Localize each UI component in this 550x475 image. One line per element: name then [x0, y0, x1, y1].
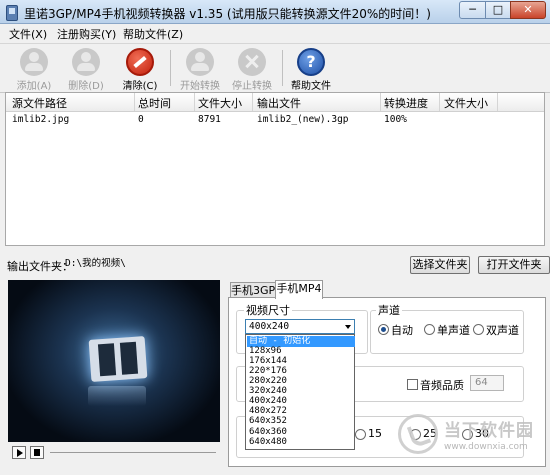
tab-3gp[interactable]: 手机3GP — [230, 282, 276, 298]
column-divider[interactable] — [134, 93, 135, 111]
col-output-file[interactable]: 输出文件 — [257, 95, 301, 111]
video-preview — [8, 280, 220, 442]
choose-folder-button[interactable]: 选择文件夹 — [410, 256, 470, 274]
stop-button[interactable] — [30, 446, 44, 459]
video-size-select[interactable]: 400x240 — [245, 319, 355, 334]
audio-quality-label: 音频品质 — [420, 379, 464, 392]
format-tabs: 手机3GP 手机MP4 — [228, 280, 546, 299]
start-convert-label: 开始转换 — [180, 81, 220, 92]
dropdown-option[interactable]: 220*176 — [247, 367, 355, 376]
start-convert-icon — [186, 48, 214, 76]
dropdown-option[interactable]: 280x220 — [247, 377, 355, 386]
help-button[interactable]: ? 帮助文件 — [287, 46, 335, 92]
add-button[interactable]: 添加(A) — [10, 46, 58, 92]
dropdown-option[interactable]: 320x240 — [247, 387, 355, 396]
output-folder-row: 输出文件夹： D:\我的视频\ 选择文件夹 打开文件夹 — [0, 252, 550, 276]
menu-bar: 文件(X) 注册购买(Y) 帮助文件(Z) — [0, 24, 550, 42]
list-header: 源文件路径 总时间 文件大小 输出文件 转换进度 文件大小 — [6, 93, 544, 112]
window-title: 里诺3GP/MP4手机视频转换器 v1.35 (试用版只能转换源文件20%的时间… — [24, 7, 431, 21]
column-divider[interactable] — [194, 93, 195, 111]
video-size-label: 视频尺寸 — [244, 302, 292, 318]
column-divider[interactable] — [439, 93, 440, 111]
cell-source-path: imlib2.jpg — [12, 114, 70, 125]
dropdown-option[interactable]: 480x272 — [247, 407, 355, 416]
cell-progress: 100% — [384, 114, 407, 125]
dropdown-option[interactable]: 640x352 — [247, 417, 355, 426]
framerate-15-radio[interactable] — [355, 429, 366, 440]
app-window: 里诺3GP/MP4手机视频转换器 v1.35 (试用版只能转换源文件20%的时间… — [0, 0, 550, 475]
column-divider[interactable] — [252, 93, 253, 111]
add-user-icon — [20, 48, 48, 76]
stop-convert-label: 停止转换 — [232, 81, 272, 92]
channel-auto-radio[interactable] — [378, 324, 389, 335]
video-size-dropdown: 自动 - 初始化 128x96 176x144 220*176 280x220 … — [245, 334, 355, 450]
dropdown-option[interactable]: 640x480 — [247, 438, 355, 447]
column-divider[interactable] — [497, 93, 498, 111]
menu-register[interactable]: 注册购买(Y) — [57, 26, 116, 42]
prohibit-icon — [126, 48, 154, 76]
audio-quality-field[interactable]: 64 — [470, 375, 504, 391]
watermark: 当下软件园 www.downxia.com — [396, 408, 544, 470]
dropdown-option[interactable]: 176x144 — [247, 357, 355, 366]
delete-button[interactable]: 删除(D) — [62, 46, 110, 92]
file-list[interactable]: 源文件路径 总时间 文件大小 输出文件 转换进度 文件大小 imlib2.jpg… — [5, 92, 545, 246]
table-row[interactable]: imlib2.jpg 0 8791 imlib2_(new).3gp 100% — [6, 112, 544, 128]
channel-mono-label: 单声道 — [437, 324, 470, 337]
framerate-15-label: 15 — [368, 427, 382, 440]
col-total-time[interactable]: 总时间 — [138, 95, 171, 111]
cell-output-file: imlib2_(new).3gp — [257, 114, 349, 125]
title-bar: 里诺3GP/MP4手机视频转换器 v1.35 (试用版只能转换源文件20%的时间… — [0, 0, 550, 24]
play-button[interactable] — [12, 446, 26, 459]
col-output-size[interactable]: 文件大小 — [444, 95, 488, 111]
channel-mono-radio[interactable] — [424, 324, 435, 335]
help-question-icon: ? — [297, 48, 325, 76]
audio-quality-checkbox[interactable] — [407, 379, 418, 390]
open-folder-button[interactable]: 打开文件夹 — [478, 256, 550, 274]
film-icon — [88, 336, 148, 382]
watermark-url: www.downxia.com — [444, 442, 528, 452]
dropdown-option[interactable]: 640x360 — [247, 428, 355, 437]
watermark-name: 当下软件园 — [444, 421, 534, 441]
clear-button[interactable]: 清除(C) — [116, 46, 164, 92]
dropdown-option[interactable]: 128x96 — [247, 347, 355, 356]
start-convert-button[interactable]: 开始转换 — [176, 46, 224, 92]
stop-x-icon — [238, 48, 266, 76]
playback-controls — [8, 444, 220, 460]
film-reflection — [88, 386, 146, 406]
video-size-value: 400x240 — [249, 321, 290, 332]
cell-file-size: 8791 — [198, 114, 221, 125]
app-icon — [6, 5, 18, 21]
watermark-logo-icon — [398, 414, 438, 454]
menu-file[interactable]: 文件(X) — [9, 26, 47, 42]
seek-bar[interactable] — [50, 452, 216, 453]
col-source-path[interactable]: 源文件路径 — [12, 95, 67, 111]
maximize-button[interactable]: □ — [485, 1, 511, 19]
clear-label: 清除(C) — [122, 81, 158, 92]
add-label: 添加(A) — [16, 81, 52, 92]
channel-stereo-radio[interactable] — [473, 324, 484, 335]
delete-user-icon — [72, 48, 100, 76]
stop-convert-button[interactable]: 停止转换 — [228, 46, 276, 92]
toolbar: 添加(A) 删除(D) 清除(C) 开始转换 停止转换 ? 帮助文件 — [0, 43, 550, 93]
dropdown-option[interactable]: 400x240 — [247, 397, 355, 406]
delete-label: 删除(D) — [68, 81, 104, 92]
channel-label: 声道 — [376, 302, 402, 318]
toolbar-separator — [282, 50, 283, 86]
col-progress[interactable]: 转换进度 — [384, 95, 428, 111]
close-button[interactable]: ✕ — [510, 1, 546, 19]
minimize-button[interactable]: ─ — [459, 1, 486, 19]
channel-stereo-label: 双声道 — [486, 324, 519, 337]
col-file-size[interactable]: 文件大小 — [198, 95, 242, 111]
toolbar-separator — [170, 50, 171, 86]
tab-mp4[interactable]: 手机MP4 — [275, 280, 323, 299]
channel-auto-label: 自动 — [391, 324, 413, 337]
column-divider[interactable] — [380, 93, 381, 111]
chevron-down-icon — [345, 325, 351, 329]
cell-total-time: 0 — [138, 114, 144, 125]
help-label: 帮助文件 — [291, 81, 331, 92]
output-folder-path[interactable]: D:\我的视频\ — [64, 255, 406, 273]
menu-help[interactable]: 帮助文件(Z) — [123, 26, 183, 42]
